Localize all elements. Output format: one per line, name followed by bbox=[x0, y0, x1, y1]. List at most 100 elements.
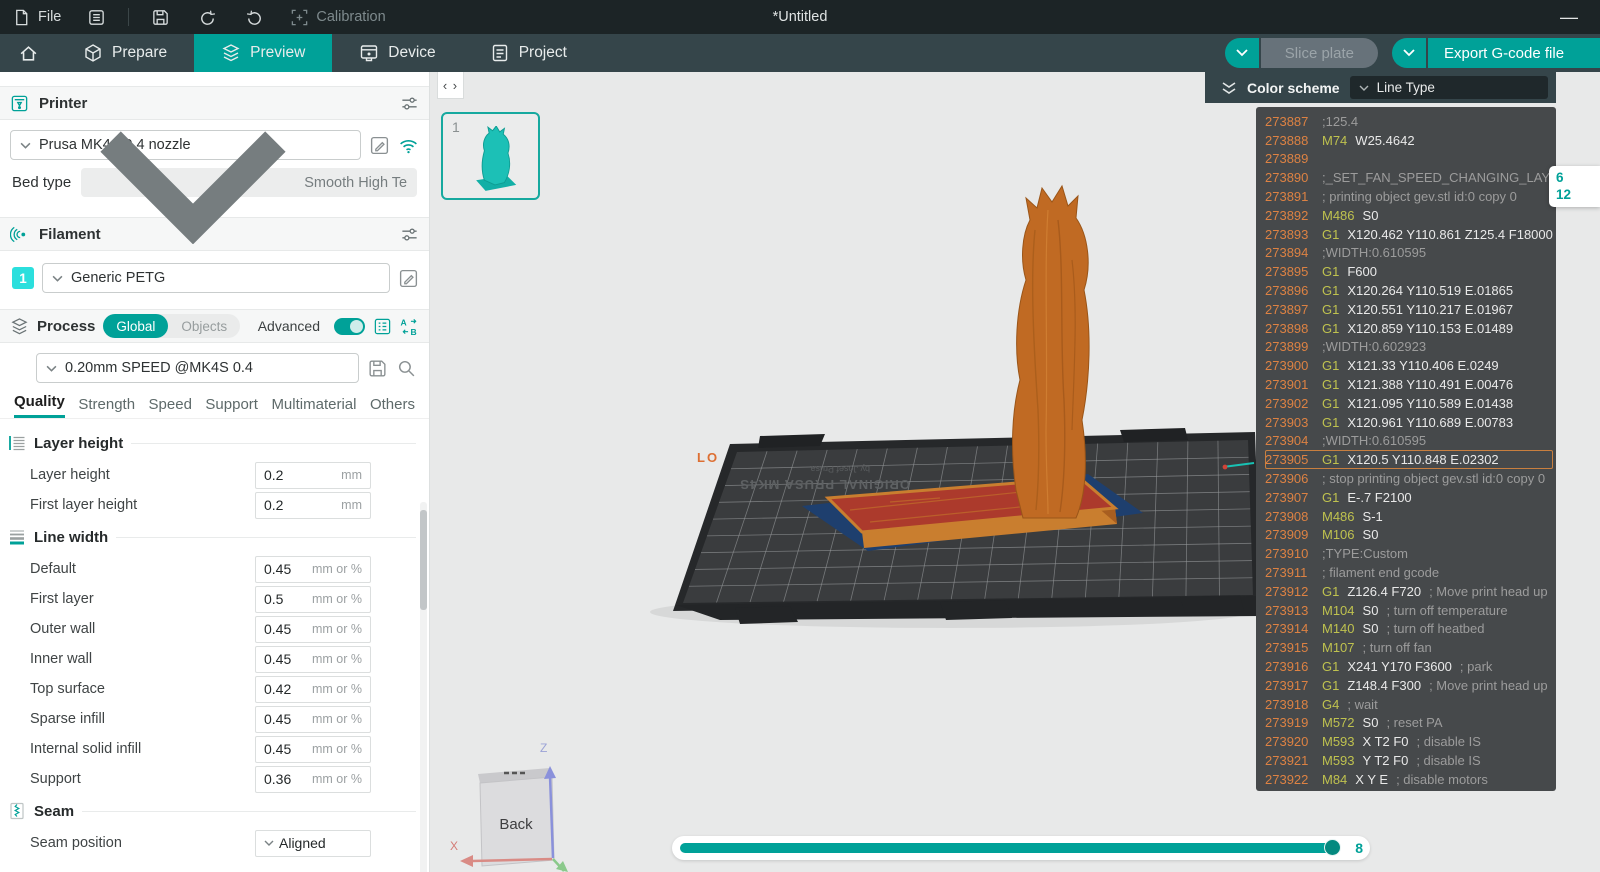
gcode-line[interactable]: 273895 G1 F600 bbox=[1265, 262, 1556, 281]
scope-objects-button[interactable]: Objects bbox=[168, 314, 240, 338]
gcode-line[interactable]: 273918 G4 ; wait bbox=[1265, 695, 1556, 714]
filament-edit-icon[interactable] bbox=[398, 268, 419, 289]
save-button[interactable] bbox=[137, 0, 184, 34]
gcode-line[interactable]: 273901 G1 X121.388 Y110.491 E.00476 bbox=[1265, 375, 1556, 394]
scope-global-button[interactable]: Global bbox=[103, 314, 169, 338]
move-slider-track[interactable] bbox=[680, 843, 1340, 853]
process-tab-speed[interactable]: Speed bbox=[149, 396, 192, 418]
printer-connection-wifi-icon[interactable] bbox=[398, 135, 419, 156]
printer-tune-icon[interactable] bbox=[400, 94, 419, 113]
compare-presets-ab-icon[interactable]: AB bbox=[400, 317, 419, 335]
gcode-line[interactable]: 273890 ;_SET_FAN_SPEED_CHANGING_LAYER bbox=[1265, 168, 1556, 187]
filament-tune-icon[interactable] bbox=[400, 225, 419, 244]
param-input[interactable]: 0.5 mm or % bbox=[255, 585, 371, 613]
param-input[interactable]: 0.2 mm bbox=[255, 491, 371, 519]
undo-button[interactable] bbox=[184, 0, 231, 34]
navigation-cube[interactable]: Z Back X bbox=[448, 732, 578, 872]
bed-type-select[interactable]: Smooth High Temp Plate bbox=[81, 131, 417, 245]
param-input[interactable]: 0.42 mm or % bbox=[255, 675, 371, 703]
move-slider[interactable]: 8 bbox=[672, 836, 1370, 860]
gcode-line[interactable]: 273913 M104 S0 ; turn off temperature bbox=[1265, 601, 1556, 620]
tab-project[interactable]: Project bbox=[463, 34, 594, 72]
gcode-line[interactable]: 273915 M107 ; turn off fan bbox=[1265, 638, 1556, 657]
tab-device[interactable]: Device bbox=[332, 34, 462, 72]
slice-dropdown-button[interactable] bbox=[1224, 38, 1259, 68]
param-dropdown[interactable]: Aligned bbox=[255, 829, 371, 857]
calibration-button[interactable]: Calibration bbox=[278, 0, 397, 34]
gcode-line[interactable]: 273914 M140 S0 ; turn off heatbed bbox=[1265, 620, 1556, 639]
process-tab-others[interactable]: Others bbox=[370, 396, 415, 418]
move-slider-handle[interactable] bbox=[1324, 839, 1341, 856]
plate-thumbnail[interactable]: 1 bbox=[441, 112, 540, 200]
gcode-line[interactable]: 273894 ;WIDTH:0.610595 bbox=[1265, 244, 1556, 263]
gcode-line[interactable]: 273912 G1 Z126.4 F720 ; Move print head up bbox=[1265, 582, 1556, 601]
gcode-line[interactable]: 273921 M593 Y T2 F0 ; disable IS bbox=[1265, 751, 1556, 770]
sidebar-collapse-button[interactable]: ‹ › bbox=[437, 72, 464, 99]
gcode-line[interactable]: 273907 G1 E-.7 F2100 bbox=[1265, 488, 1556, 507]
sidebar-scrollbar[interactable] bbox=[420, 502, 427, 872]
gcode-line[interactable]: 273896 G1 X120.264 Y110.519 E.01865 bbox=[1265, 281, 1556, 300]
gcode-line[interactable]: 273919 M572 S0 ; reset PA bbox=[1265, 714, 1556, 733]
gcode-line[interactable]: 273887 ;125.4 bbox=[1265, 112, 1556, 131]
gcode-line[interactable]: 273910 ;TYPE:Custom bbox=[1265, 544, 1556, 563]
param-input[interactable]: 0.45 mm or % bbox=[255, 555, 371, 583]
gcode-line[interactable]: 273902 G1 X121.095 Y110.589 E.01438 bbox=[1265, 394, 1556, 413]
process-tab-multimaterial[interactable]: Multimaterial bbox=[271, 396, 356, 418]
gcode-params: Z148.4 F300 bbox=[1347, 677, 1422, 693]
redo-button[interactable] bbox=[231, 0, 278, 34]
gcode-line[interactable]: 273891 ; printing object gev.stl id:0 cop… bbox=[1265, 187, 1556, 206]
gcode-viewer[interactable]: 273887 ;125.4 273888 M74 W25.4642 273889 27389… bbox=[1256, 107, 1556, 791]
process-preset-select[interactable]: 0.20mm SPEED @MK4S 0.4 bbox=[36, 353, 359, 383]
gcode-line[interactable]: 273908 M486 S-1 bbox=[1265, 507, 1556, 526]
process-tab-quality[interactable]: Quality bbox=[14, 393, 65, 418]
param-row-seam-position: Seam position Aligned bbox=[0, 828, 429, 858]
parameter-table-icon[interactable] bbox=[373, 317, 392, 336]
printer-edit-icon[interactable] bbox=[369, 135, 390, 156]
process-tab-support[interactable]: Support bbox=[205, 396, 258, 418]
gcode-line[interactable]: 273904 ;WIDTH:0.610595 bbox=[1265, 432, 1556, 451]
file-menu[interactable]: File bbox=[0, 0, 73, 34]
gcode-line[interactable]: 273917 G1 Z148.4 F300 ; Move print head up bbox=[1265, 676, 1556, 695]
param-input[interactable]: 0.45 mm or % bbox=[255, 645, 371, 673]
minimize-button[interactable]: — bbox=[1538, 0, 1600, 34]
filament-slot-badge[interactable]: 1 bbox=[12, 267, 34, 289]
advanced-toggle[interactable] bbox=[334, 317, 365, 335]
gcode-line[interactable]: 273888 M74 W25.4642 bbox=[1265, 131, 1556, 150]
search-settings-icon[interactable] bbox=[396, 358, 417, 379]
tab-preview[interactable]: Preview bbox=[194, 34, 333, 72]
param-input[interactable]: 0.45 mm or % bbox=[255, 615, 371, 643]
gcode-line[interactable]: 273916 G1 X241 Y170 F3600 ; park bbox=[1265, 657, 1556, 676]
gcode-line[interactable]: 273906 ; stop printing object gev.stl id:… bbox=[1265, 469, 1556, 488]
gcode-line[interactable]: 273922 M84 X Y E ; disable motors bbox=[1265, 770, 1556, 789]
gcode-line[interactable]: 273900 G1 X121.33 Y110.406 E.0249 bbox=[1265, 356, 1556, 375]
export-dropdown-button[interactable] bbox=[1392, 38, 1426, 68]
filament-preset-select[interactable]: Generic PETG bbox=[42, 263, 390, 293]
tab-label: Prepare bbox=[112, 44, 168, 61]
save-preset-icon[interactable] bbox=[367, 358, 388, 379]
param-input[interactable]: 0.45 mm or % bbox=[255, 705, 371, 733]
param-input[interactable]: 0.2 mm bbox=[255, 461, 371, 489]
home-button[interactable] bbox=[0, 34, 56, 72]
gcode-line[interactable]: 273920 M593 X T2 F0 ; disable IS bbox=[1265, 732, 1556, 751]
gcode-line[interactable]: 273905 G1 X120.5 Y110.848 E.02302 bbox=[1265, 450, 1553, 469]
gcode-line[interactable]: 273892 M486 S0 bbox=[1265, 206, 1556, 225]
gcode-line[interactable]: 273889 bbox=[1265, 150, 1556, 169]
notes-button[interactable] bbox=[73, 0, 120, 34]
scrollbar-thumb[interactable] bbox=[420, 510, 427, 610]
gcode-line[interactable]: 273897 G1 X120.551 Y110.217 E.01967 bbox=[1265, 300, 1556, 319]
export-gcode-button[interactable]: Export G-code file bbox=[1428, 38, 1600, 68]
view-type-select[interactable]: Line Type bbox=[1349, 76, 1548, 99]
gcode-line[interactable]: 273903 G1 X120.961 Y110.689 E.00783 bbox=[1265, 413, 1556, 432]
gcode-line[interactable]: 273899 ;WIDTH:0.602923 bbox=[1265, 338, 1556, 357]
collapse-panel-icon[interactable] bbox=[1221, 81, 1237, 95]
slice-plate-button[interactable]: Slice plate bbox=[1260, 38, 1378, 68]
param-input[interactable]: 0.36 mm or % bbox=[255, 765, 371, 793]
process-tab-strength[interactable]: Strength bbox=[78, 396, 135, 418]
gcode-line[interactable]: 273893 G1 X120.462 Y110.861 Z125.4 F18000 bbox=[1265, 225, 1556, 244]
tab-prepare[interactable]: Prepare bbox=[56, 34, 194, 72]
device-icon bbox=[359, 43, 379, 63]
gcode-line[interactable]: 273898 G1 X120.859 Y110.153 E.01489 bbox=[1265, 319, 1556, 338]
gcode-line[interactable]: 273909 M106 S0 bbox=[1265, 526, 1556, 545]
gcode-line[interactable]: 273911 ; filament end gcode bbox=[1265, 563, 1556, 582]
param-input[interactable]: 0.45 mm or % bbox=[255, 735, 371, 763]
